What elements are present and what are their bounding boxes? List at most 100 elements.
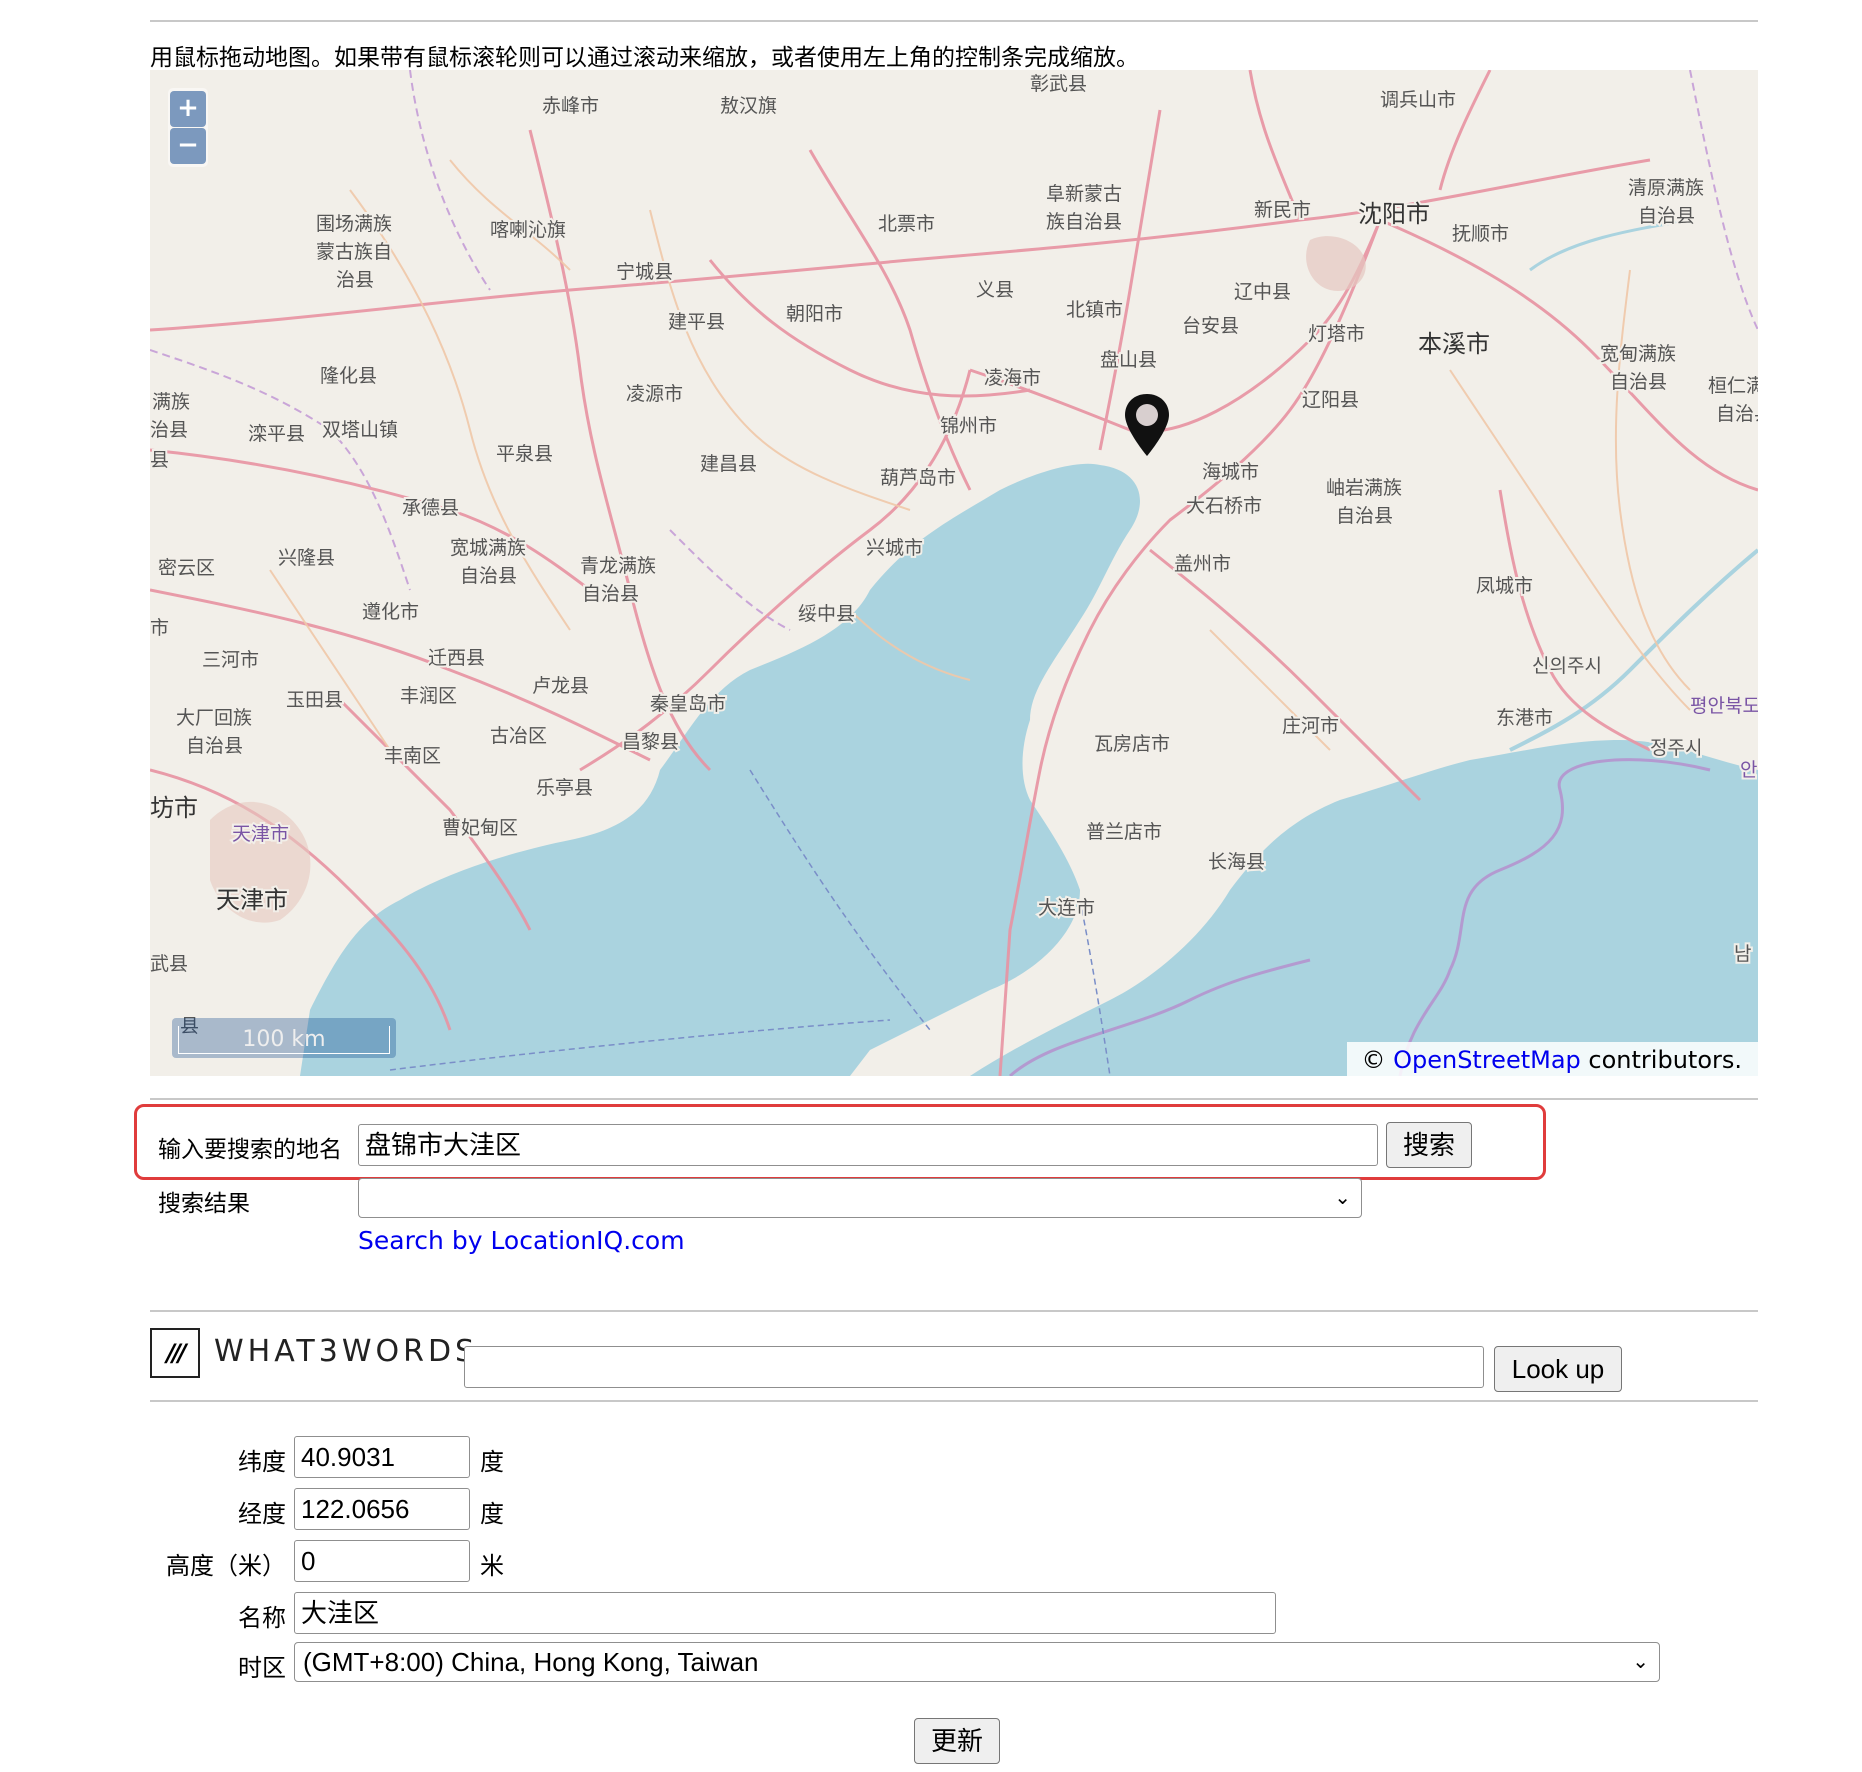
label-qinhuangdao: 秦皇岛市 xyxy=(650,693,726,715)
label-xingcheng: 兴城市 xyxy=(866,537,923,559)
label-qinglong-1: 青龙满族 xyxy=(580,555,656,577)
label-fengnan: 丰南区 xyxy=(384,745,441,767)
label-manzu-2: 治县 xyxy=(150,419,188,441)
search-results-label: 搜索结果 xyxy=(158,1191,250,1217)
timezone-label: 时区 xyxy=(238,1654,286,1682)
label-langfang: 坊市 xyxy=(150,794,198,822)
label-dachang-1: 大厂回族 xyxy=(176,707,252,729)
label-xiuyan-1: 岫岩满族 xyxy=(1326,477,1402,499)
label-lingyuan: 凌源市 xyxy=(626,383,683,405)
timezone-select[interactable]: (GMT+8:00) China, Hong Kong, Taiwan ⌄ xyxy=(294,1642,1660,1682)
longitude-label: 经度 xyxy=(238,1500,286,1528)
w3w-top-divider xyxy=(150,1310,1758,1312)
scale-bar: 100 km xyxy=(172,1018,396,1058)
label-liaozhong: 辽中县 xyxy=(1234,281,1291,303)
altitude-input[interactable]: 0 xyxy=(294,1540,470,1582)
label-donggang: 东港市 xyxy=(1496,707,1553,729)
label-aohan: 敖汉旗 xyxy=(720,95,777,117)
label-weichang-2: 蒙古族自 xyxy=(316,241,392,263)
label-longhua: 隆化县 xyxy=(320,365,377,387)
locationiq-link[interactable]: Search by LocationIQ.com xyxy=(358,1226,685,1255)
search-input[interactable]: 盘锦市大洼区 xyxy=(358,1124,1378,1166)
label-yixian: 义县 xyxy=(976,279,1014,301)
search-button[interactable]: 搜索 xyxy=(1386,1122,1472,1168)
label-chengde: 承德县 xyxy=(402,497,459,519)
label-kuancheng-1: 宽城满族 xyxy=(450,537,526,559)
label-chaoyang: 朝阳市 xyxy=(786,303,843,325)
label-fengrun: 丰润区 xyxy=(400,685,457,707)
what3words-input[interactable] xyxy=(464,1346,1484,1388)
label-changhai: 长海县 xyxy=(1208,851,1265,873)
label-fuxin-1: 阜新蒙古 xyxy=(1046,183,1122,205)
zoom-out-button[interactable]: − xyxy=(170,128,206,164)
place-name-input[interactable]: 大洼区 xyxy=(294,1592,1276,1634)
label-chifeng: 赤峰市 xyxy=(542,95,599,117)
label-wafangdian: 瓦房店市 xyxy=(1094,733,1170,755)
label-caofeidian: 曹妃甸区 xyxy=(442,817,518,839)
label-harqin: 喀喇沁旗 xyxy=(490,219,566,241)
label-yutian: 玉田县 xyxy=(286,689,343,711)
label-miyun: 密云区 xyxy=(158,557,215,579)
top-divider xyxy=(150,20,1758,22)
label-dashiqiao: 大石桥市 xyxy=(1186,495,1262,517)
label-kuandian-1: 宽甸满族 xyxy=(1600,343,1676,365)
w3w-bottom-divider xyxy=(150,1400,1758,1402)
map-view[interactable]: 彰武县 调兵山市 赤峰市 敖汉旗 围场满族 蒙古族自 治县 喀喇沁旗 北票市 阜… xyxy=(150,70,1758,1076)
label-taian: 台安县 xyxy=(1182,315,1239,337)
altitude-label: 高度（米） xyxy=(166,1552,286,1580)
label-liaoyang: 辽阳县 xyxy=(1302,389,1359,411)
label-zhuanghe: 庄河市 xyxy=(1282,715,1339,737)
label-weichang-3: 治县 xyxy=(336,269,374,291)
attribution-suffix: contributors. xyxy=(1588,1046,1742,1074)
label-qingyuan-1: 清原满族 xyxy=(1628,177,1704,199)
map-bottom-divider xyxy=(150,1098,1758,1100)
label-zunhua: 遵化市 xyxy=(362,601,419,623)
latitude-label: 纬度 xyxy=(238,1448,286,1476)
label-xinglong: 兴隆县 xyxy=(278,547,335,569)
label-guye: 古冶区 xyxy=(490,725,547,747)
label-laoting: 乐亭县 xyxy=(536,777,593,799)
label-shuangtashan: 双塔山镇 xyxy=(322,419,398,441)
label-tianjin-province: 天津市 xyxy=(232,823,289,845)
label-bao: 县 xyxy=(150,449,169,471)
label-manzu-1: 满族 xyxy=(152,391,190,413)
zoom-control: + − xyxy=(168,88,208,167)
openstreetmap-link[interactable]: OpenStreetMap xyxy=(1393,1046,1581,1074)
label-kuandian-2: 自治县 xyxy=(1610,371,1667,393)
scale-label: 100 km xyxy=(178,1026,390,1054)
longitude-input[interactable]: 122.0656 xyxy=(294,1488,470,1530)
label-pyongbuk: 평안북도 xyxy=(1690,695,1758,717)
what3words-name: WHAT3WORDS xyxy=(214,1334,479,1369)
label-qingyuan-2: 自治县 xyxy=(1638,205,1695,227)
label-jianchang: 建昌县 xyxy=(700,453,757,475)
label-fengcheng: 凤城市 xyxy=(1476,575,1533,597)
latitude-input[interactable]: 40.9031 xyxy=(294,1436,470,1478)
label-pingquan: 平泉县 xyxy=(496,443,553,465)
label-jeongju: 정주시 xyxy=(1650,737,1702,759)
label-xinmin: 新民市 xyxy=(1254,199,1311,221)
map-attribution: © OpenStreetMap contributors. xyxy=(1347,1042,1758,1076)
label-beizhen: 北镇市 xyxy=(1066,299,1123,321)
label-huanren-2: 自治县 xyxy=(1716,403,1758,425)
label-panshan: 盘山县 xyxy=(1100,349,1157,371)
label-nam: 남 xyxy=(1734,943,1751,965)
label-zhangwu: 彰武县 xyxy=(1030,73,1087,95)
longitude-unit: 度 xyxy=(480,1500,504,1528)
label-weichang-1: 围场满族 xyxy=(316,213,392,235)
label-fushun: 抚顺市 xyxy=(1452,223,1509,245)
label-huanren-1: 桓仁满 xyxy=(1708,375,1758,397)
altitude-unit: 米 xyxy=(480,1552,504,1580)
label-dachang-2: 自治县 xyxy=(186,735,243,757)
what3words-logo-icon: /// xyxy=(150,1328,200,1378)
map-instructions: 用鼠标拖动地图。如果带有鼠标滚轮则可以通过滚动来缩放，或者使用左上角的控制条完成… xyxy=(150,45,1139,71)
look-up-button[interactable]: Look up xyxy=(1494,1346,1622,1392)
zoom-in-button[interactable]: + xyxy=(170,91,206,127)
label-wuqing: 武县 xyxy=(150,953,188,975)
label-dalian: 大连市 xyxy=(1038,897,1095,919)
map-pin-icon[interactable] xyxy=(1122,392,1172,458)
label-qianxi: 迁西县 xyxy=(428,647,485,669)
label-ningcheng: 宁城县 xyxy=(616,261,673,283)
search-results-select[interactable]: ⌄ xyxy=(358,1178,1362,1218)
update-button[interactable]: 更新 xyxy=(914,1718,1000,1764)
label-gaizhou: 盖州市 xyxy=(1174,553,1231,575)
